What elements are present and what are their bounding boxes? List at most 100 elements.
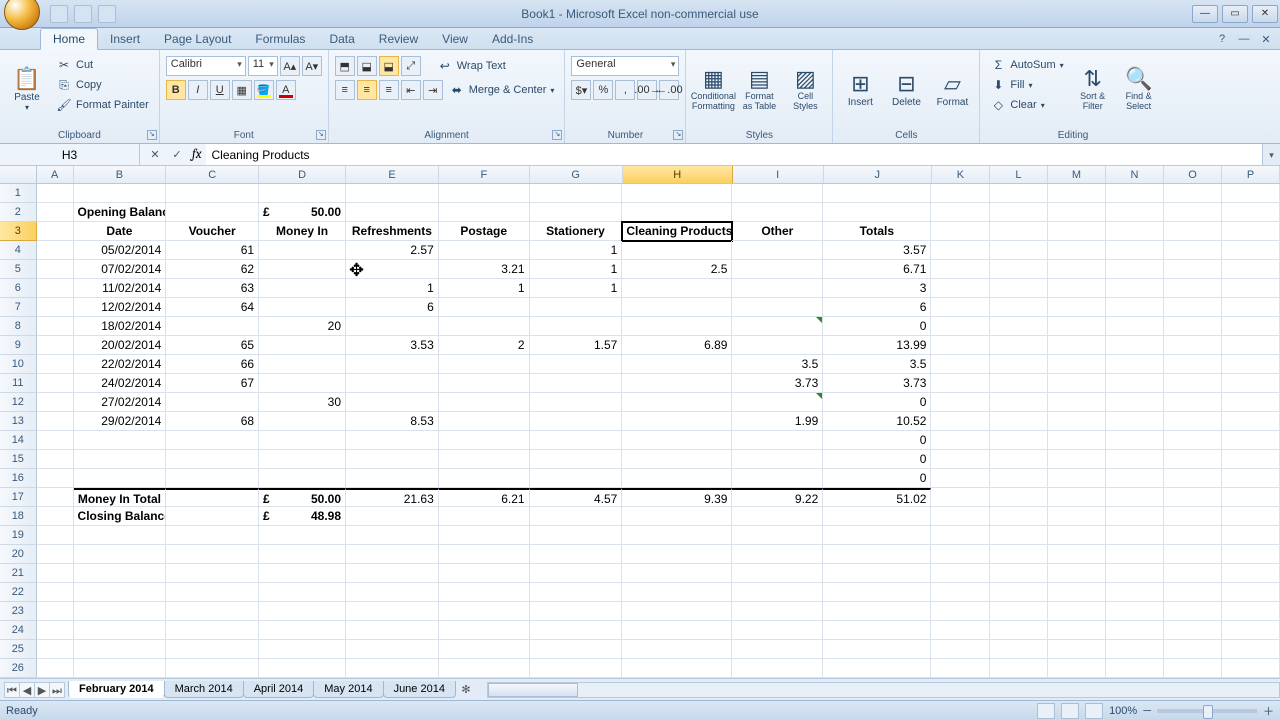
cell-C5[interactable]: 62 xyxy=(166,260,259,279)
cell-I21[interactable] xyxy=(732,564,823,583)
cell-H25[interactable] xyxy=(622,640,732,659)
cell-H12[interactable] xyxy=(622,393,732,412)
cell-M22[interactable] xyxy=(1048,583,1106,602)
cell-D5[interactable] xyxy=(259,260,346,279)
cell-M14[interactable] xyxy=(1048,431,1106,450)
cell-M4[interactable] xyxy=(1048,241,1106,260)
cell-K24[interactable] xyxy=(931,621,989,640)
col-header-B[interactable]: B xyxy=(74,166,167,183)
row-header-16[interactable]: 16 xyxy=(0,469,37,488)
cell-H26[interactable] xyxy=(622,659,732,678)
cell-N25[interactable] xyxy=(1106,640,1164,659)
cell-O7[interactable] xyxy=(1164,298,1222,317)
cell-P3[interactable] xyxy=(1222,222,1280,241)
row-header-13[interactable]: 13 xyxy=(0,412,37,431)
bold-button[interactable]: B xyxy=(166,80,186,100)
cell-M20[interactable] xyxy=(1048,545,1106,564)
cell-L17[interactable] xyxy=(990,488,1048,507)
cell-K22[interactable] xyxy=(931,583,989,602)
cell-M21[interactable] xyxy=(1048,564,1106,583)
cell-F24[interactable] xyxy=(439,621,530,640)
cell-O14[interactable] xyxy=(1164,431,1222,450)
col-header-O[interactable]: O xyxy=(1164,166,1222,183)
cell-C12[interactable] xyxy=(166,393,259,412)
cell-O5[interactable] xyxy=(1164,260,1222,279)
cell-I4[interactable] xyxy=(732,241,823,260)
cell-G18[interactable] xyxy=(530,507,623,526)
cell-H4[interactable] xyxy=(622,241,732,260)
cell-styles-button[interactable]: ▨Cell Styles xyxy=(784,56,826,122)
cell-B4[interactable]: 05/02/2014 xyxy=(74,241,167,260)
cell-A22[interactable] xyxy=(37,583,74,602)
cell-D10[interactable] xyxy=(259,355,346,374)
cell-P15[interactable] xyxy=(1222,450,1280,469)
cell-I1[interactable] xyxy=(732,184,823,203)
cell-G15[interactable] xyxy=(530,450,623,469)
cell-J10[interactable]: 3.5 xyxy=(823,355,931,374)
cell-G1[interactable] xyxy=(530,184,623,203)
cell-O20[interactable] xyxy=(1164,545,1222,564)
cell-I12[interactable] xyxy=(732,393,823,412)
orientation-button[interactable]: ⤢ xyxy=(401,56,421,76)
cell-A10[interactable] xyxy=(37,355,74,374)
close-book-icon[interactable]: ✕ xyxy=(1258,33,1274,49)
cell-P24[interactable] xyxy=(1222,621,1280,640)
cell-M18[interactable] xyxy=(1048,507,1106,526)
cell-E23[interactable] xyxy=(346,602,439,621)
cell-G8[interactable] xyxy=(530,317,623,336)
sheet-tab-march-2014[interactable]: March 2014 xyxy=(164,681,244,698)
cell-H7[interactable] xyxy=(622,298,732,317)
cell-N11[interactable] xyxy=(1106,374,1164,393)
cell-C7[interactable]: 64 xyxy=(166,298,259,317)
cell-B3[interactable]: Date xyxy=(74,222,167,241)
number-launcher[interactable]: ↘ xyxy=(673,130,683,140)
cell-P2[interactable] xyxy=(1222,203,1280,222)
cell-L24[interactable] xyxy=(990,621,1048,640)
cell-G6[interactable]: 1 xyxy=(530,279,623,298)
cell-A6[interactable] xyxy=(37,279,74,298)
cell-G11[interactable] xyxy=(530,374,623,393)
cell-K4[interactable] xyxy=(931,241,989,260)
cell-G21[interactable] xyxy=(530,564,623,583)
cell-C3[interactable]: Voucher xyxy=(166,222,259,241)
cell-F8[interactable] xyxy=(439,317,530,336)
cell-F10[interactable] xyxy=(439,355,530,374)
increase-decimal-button[interactable]: .00→ xyxy=(637,80,657,100)
tab-nav-last[interactable]: ⏭ xyxy=(49,682,65,698)
cell-N5[interactable] xyxy=(1106,260,1164,279)
cell-L26[interactable] xyxy=(990,659,1048,678)
align-bottom-button[interactable]: ⬓ xyxy=(379,56,399,76)
cell-I18[interactable] xyxy=(732,507,823,526)
cell-P20[interactable] xyxy=(1222,545,1280,564)
tab-nav-prev[interactable]: ◀ xyxy=(19,682,35,698)
cell-A16[interactable] xyxy=(37,469,74,488)
cell-N15[interactable] xyxy=(1106,450,1164,469)
cell-I2[interactable] xyxy=(732,203,823,222)
cell-E22[interactable] xyxy=(346,583,439,602)
cell-F19[interactable] xyxy=(439,526,530,545)
cell-A19[interactable] xyxy=(37,526,74,545)
help-icon[interactable]: ? xyxy=(1214,33,1230,49)
row-header-19[interactable]: 19 xyxy=(0,526,37,545)
cell-E16[interactable] xyxy=(346,469,439,488)
cell-C14[interactable] xyxy=(166,431,259,450)
cell-M6[interactable] xyxy=(1048,279,1106,298)
cell-J12[interactable]: 0 xyxy=(823,393,931,412)
cell-E6[interactable]: 1 xyxy=(346,279,439,298)
row-header-15[interactable]: 15 xyxy=(0,450,37,469)
zoom-in-button[interactable]: ＋ xyxy=(1263,703,1274,719)
format-cells-button[interactable]: ▱Format xyxy=(931,56,973,122)
cell-L8[interactable] xyxy=(990,317,1048,336)
cell-L9[interactable] xyxy=(990,336,1048,355)
row-header-23[interactable]: 23 xyxy=(0,602,37,621)
cell-I9[interactable] xyxy=(732,336,823,355)
cell-H8[interactable] xyxy=(622,317,732,336)
cell-D20[interactable] xyxy=(259,545,346,564)
cell-L5[interactable] xyxy=(990,260,1048,279)
cell-L7[interactable] xyxy=(990,298,1048,317)
cell-D14[interactable] xyxy=(259,431,346,450)
cell-K2[interactable] xyxy=(931,203,989,222)
cell-P11[interactable] xyxy=(1222,374,1280,393)
cell-K23[interactable] xyxy=(931,602,989,621)
cell-H1[interactable] xyxy=(622,184,732,203)
